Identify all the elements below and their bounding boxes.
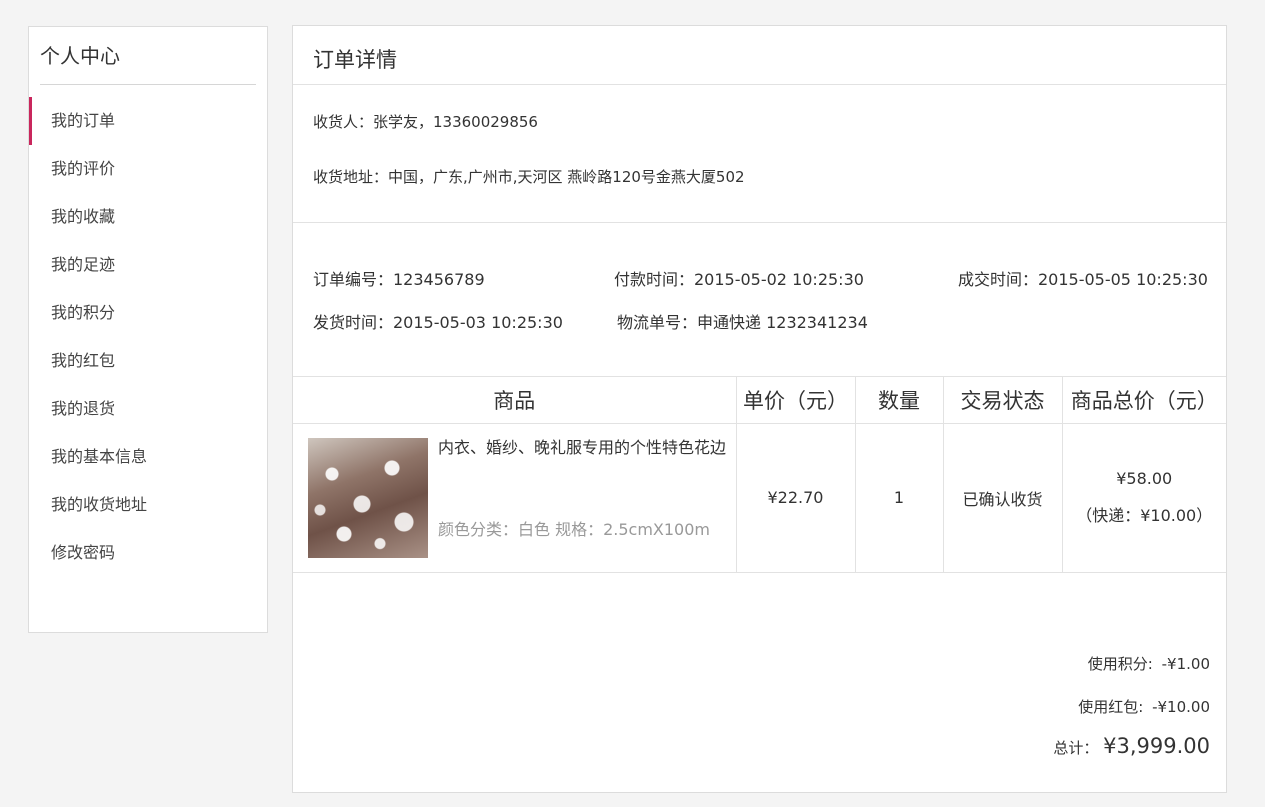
- points-used-value: -¥1.00: [1161, 655, 1210, 673]
- sidebar-item-change-password[interactable]: 修改密码: [29, 529, 267, 577]
- col-header-unit-price: 单价（元）: [736, 377, 856, 424]
- sidebar-nav: 我的订单 我的评价 我的收藏 我的足迹 我的积分 我的红包 我的退货 我的基本信…: [29, 97, 267, 577]
- unit-price: ¥22.70: [736, 423, 856, 573]
- table-header-row: 商品 单价（元） 数量 交易状态 商品总价（元）: [293, 377, 1226, 424]
- sidebar-item-my-favorites[interactable]: 我的收藏: [29, 193, 267, 241]
- sidebar-item-basic-info[interactable]: 我的基本信息: [29, 433, 267, 481]
- table-row: 内衣、婚纱、晚礼服专用的个性特色花边 颜色分类：白色 规格：2.5cmX100m…: [293, 423, 1226, 573]
- item-total: ¥58.00: [1116, 469, 1173, 488]
- coupon-used-value: -¥10.00: [1152, 698, 1210, 716]
- quantity: 1: [855, 423, 944, 573]
- col-header-status: 交易状态: [943, 377, 1063, 424]
- page-title: 订单详情: [293, 26, 1226, 85]
- shipping-fee: （快递：¥10.00）: [1076, 506, 1213, 525]
- shipping-address: 收货地址：中国，广东,广州市,天河区 燕岭路120号金燕大厦502: [313, 168, 745, 186]
- sidebar-title: 个人中心: [40, 27, 256, 85]
- order-detail-panel: 订单详情 收货人：张学友，13360029856 收货地址：中国，广东,广州市,…: [292, 25, 1227, 793]
- grand-total-label: 总计：: [1053, 739, 1099, 757]
- product-image[interactable]: [308, 437, 428, 558]
- ship-time: 发货时间：2015-05-03 10:25:30: [313, 313, 563, 332]
- col-header-total: 商品总价（元）: [1062, 377, 1226, 424]
- sidebar-item-shipping-address[interactable]: 我的收货地址: [29, 481, 267, 529]
- points-used-label: 使用积分:: [1087, 655, 1153, 673]
- product-cell: 内衣、婚纱、晚礼服专用的个性特色花边 颜色分类：白色 规格：2.5cmX100m: [293, 423, 737, 573]
- product-spec: 颜色分类：白色 规格：2.5cmX100m: [438, 519, 711, 539]
- deal-time: 成交时间：2015-05-05 10:25:30: [958, 270, 1208, 289]
- col-header-product: 商品: [293, 377, 737, 424]
- order-items-table: 商品 单价（元） 数量 交易状态 商品总价（元） 内衣、婚纱、晚礼服专用的个性特…: [293, 377, 1226, 573]
- grand-total-value: ¥3,999.00: [1103, 734, 1210, 758]
- product-name[interactable]: 内衣、婚纱、晚礼服专用的个性特色花边: [438, 432, 728, 464]
- sidebar: 个人中心 我的订单 我的评价 我的收藏 我的足迹 我的积分 我的红包 我的退货 …: [28, 26, 268, 633]
- sidebar-item-my-returns[interactable]: 我的退货: [29, 385, 267, 433]
- order-number: 订单编号：123456789: [313, 270, 485, 289]
- coupon-used-label: 使用红包:: [1078, 698, 1144, 716]
- grand-total-line: 总计： ¥3,999.00: [1053, 734, 1210, 758]
- coupon-used-line: 使用红包: -¥10.00: [1078, 696, 1210, 717]
- sidebar-item-my-points[interactable]: 我的积分: [29, 289, 267, 337]
- receiver-block: 收货人：张学友，13360029856 收货地址：中国，广东,广州市,天河区 燕…: [293, 85, 1226, 223]
- sidebar-item-my-reviews[interactable]: 我的评价: [29, 145, 267, 193]
- sidebar-item-my-coupons[interactable]: 我的红包: [29, 337, 267, 385]
- trade-status: 已确认收货: [943, 423, 1063, 573]
- sidebar-item-my-orders[interactable]: 我的订单: [29, 97, 267, 145]
- points-used-line: 使用积分: -¥1.00: [1088, 653, 1210, 674]
- logistics-number: 物流单号：申通快递 1232341234: [617, 313, 868, 332]
- payment-time: 付款时间：2015-05-02 10:25:30: [614, 270, 864, 289]
- sidebar-item-my-footprints[interactable]: 我的足迹: [29, 241, 267, 289]
- receiver-info: 收货人：张学友，13360029856: [313, 113, 538, 131]
- order-info-block: 订单编号：123456789 付款时间：2015-05-02 10:25:30 …: [293, 223, 1226, 377]
- col-header-quantity: 数量: [855, 377, 944, 424]
- item-total-cell: ¥58.00 （快递：¥10.00）: [1062, 423, 1226, 573]
